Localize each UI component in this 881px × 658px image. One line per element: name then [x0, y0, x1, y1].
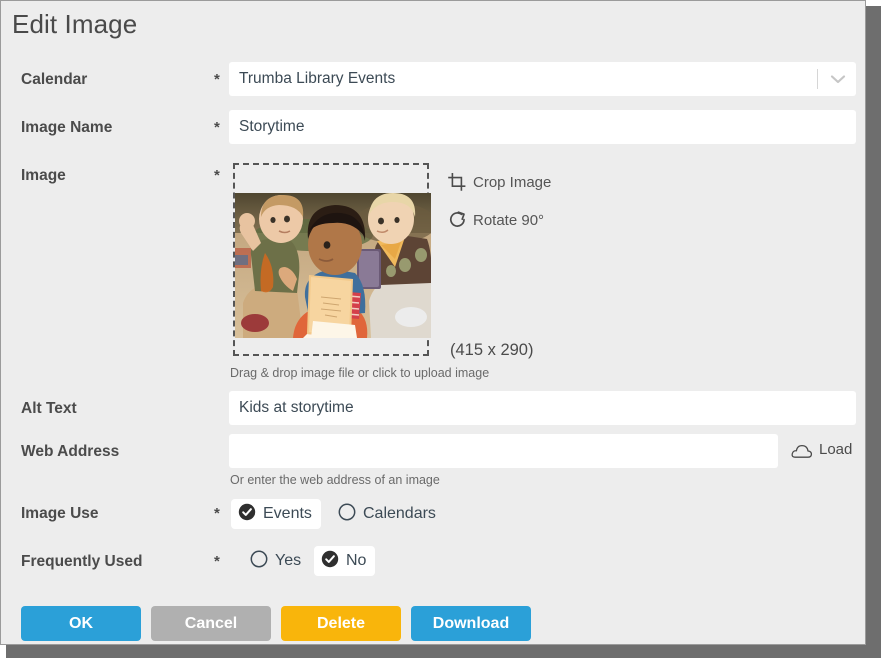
rotate-90-label: Rotate 90° — [473, 212, 545, 229]
crop-image-button[interactable]: Crop Image — [473, 174, 551, 191]
screenshot-root: Edit Image Calendar * Image Name * Image… — [0, 0, 881, 658]
image-thumbnail — [235, 193, 431, 338]
image-dimensions: (415 x 290) — [450, 341, 534, 359]
radio-frequently-used-yes-label: Yes — [275, 552, 302, 569]
radio-frequently-used-yes[interactable]: Yes — [243, 546, 310, 576]
radio-unselected-icon — [250, 550, 268, 573]
load-label: Load — [819, 441, 853, 458]
radio-frequently-used-no[interactable]: No — [314, 546, 376, 576]
image-name-required-marker: * — [214, 119, 220, 136]
alt-text-input[interactable] — [229, 391, 856, 425]
delete-button[interactable]: Delete — [281, 606, 401, 641]
radio-frequently-used-no-label: No — [346, 552, 367, 569]
image-label: Image — [21, 167, 66, 184]
page-title: Edit Image — [12, 9, 138, 39]
calendar-required-marker: * — [214, 71, 220, 88]
load-button[interactable]: Load — [791, 441, 852, 458]
crop-icon[interactable] — [448, 173, 466, 191]
image-required-marker: * — [214, 167, 220, 184]
radio-selected-icon — [321, 550, 339, 573]
cloud-icon — [791, 443, 813, 461]
chevron-down-icon[interactable] — [827, 69, 849, 89]
radio-selected-icon — [238, 503, 256, 526]
calendar-select-divider — [817, 69, 818, 89]
web-address-label: Web Address — [21, 443, 120, 460]
image-name-input[interactable] — [229, 110, 856, 144]
calendar-select[interactable] — [229, 62, 856, 96]
radio-image-use-calendars[interactable]: Calendars — [331, 499, 445, 529]
download-button[interactable]: Download — [411, 606, 531, 641]
image-use-label: Image Use — [21, 505, 99, 522]
frequently-used-label: Frequently Used — [21, 553, 143, 570]
frequently-used-required-marker: * — [214, 553, 220, 570]
radio-image-use-events[interactable]: Events — [231, 499, 321, 529]
dropzone-hint: Drag & drop image file or click to uploa… — [230, 366, 490, 380]
radio-unselected-icon — [338, 503, 356, 526]
web-address-input[interactable] — [229, 434, 778, 468]
crop-image-label: Crop Image — [473, 174, 552, 191]
radio-image-use-calendars-label: Calendars — [363, 505, 436, 522]
web-address-hint: Or enter the web address of an image — [230, 473, 440, 487]
image-use-required-marker: * — [214, 505, 220, 522]
image-dropzone[interactable] — [233, 163, 431, 356]
rotate-cw-icon[interactable] — [449, 211, 467, 229]
radio-image-use-events-label: Events — [263, 505, 312, 522]
cancel-button[interactable]: Cancel — [151, 606, 271, 641]
calendar-label: Calendar — [21, 71, 88, 88]
alt-text-label: Alt Text — [21, 400, 77, 417]
image-name-label: Image Name — [21, 119, 113, 136]
edit-image-dialog: Edit Image Calendar * Image Name * Image… — [0, 0, 866, 645]
rotate-90-button[interactable]: Rotate 90° — [473, 212, 544, 229]
ok-button[interactable]: OK — [21, 606, 141, 641]
